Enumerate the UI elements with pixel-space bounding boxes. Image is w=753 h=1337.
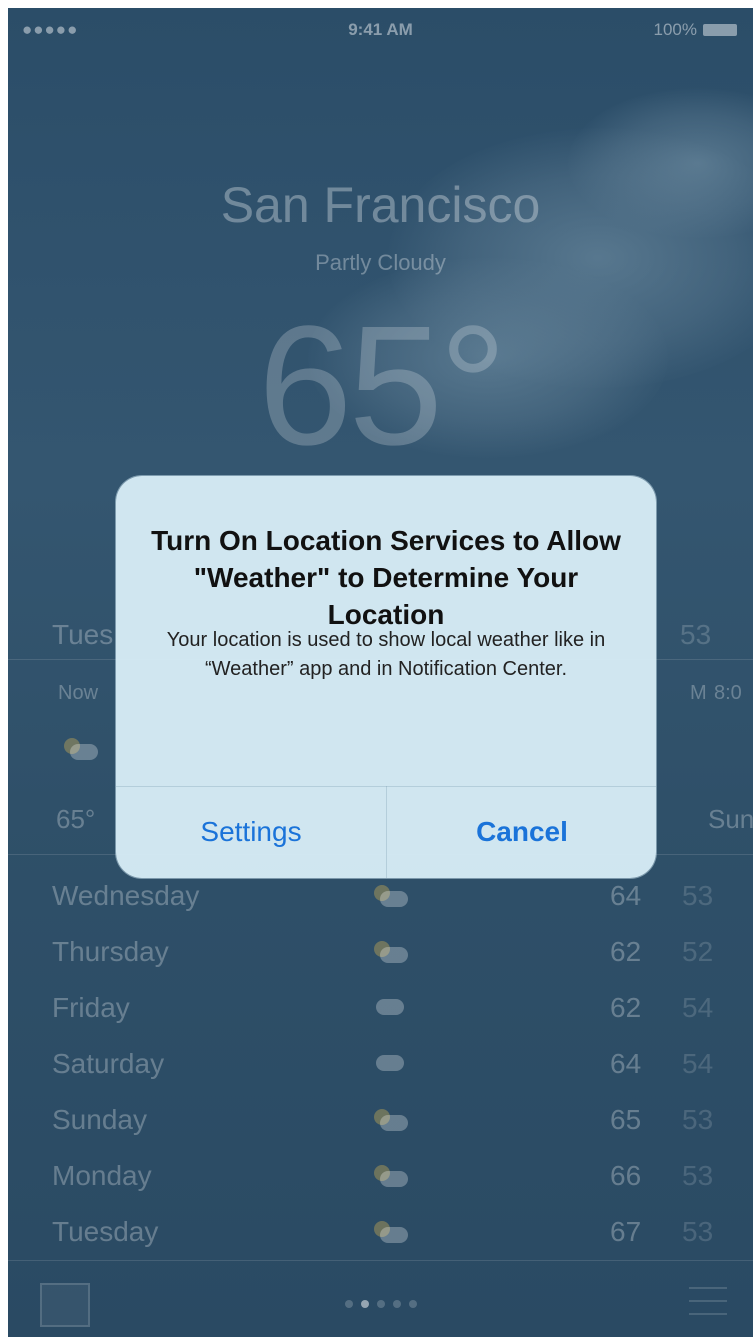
hour-label-prefix: M [690,682,707,704]
partly-cloudy-icon [374,1108,410,1140]
forecast-row: Thursday 62 52 [8,926,753,982]
cloudy-icon [374,996,410,1028]
forecast-day: Thursday [52,936,169,967]
daily-forecast-list: Wednesday 64 53 Thursday 62 52 Friday 62… [8,870,753,1262]
forecast-day: Monday [52,1160,152,1191]
page-dot [376,1300,385,1308]
hour-label: 8:0 [714,682,742,704]
city-name: San Francisco [220,177,541,233]
forecast-high: 64 [610,1048,642,1079]
alert-message: Your location is used to show local weat… [166,629,606,680]
hour-label-sunrise: Sun [708,804,753,834]
forecast-low: 54 [682,1048,714,1079]
forecast-high: 62 [610,992,642,1023]
forecast-high: 64 [610,880,642,911]
forecast-high: 66 [610,1160,642,1191]
forecast-row: Saturday 64 54 [8,1038,753,1094]
forecast-high: 67 [610,1216,642,1247]
forecast-row: Sunday 65 53 [8,1094,753,1150]
location-permission-alert: Turn On Location Services to Allow "Weat… [116,476,656,878]
today-low-temp: 53 [680,619,712,650]
forecast-high: 65 [610,1104,642,1135]
partly-cloudy-icon [374,884,410,916]
forecast-low: 53 [682,1160,714,1191]
hour-label-now: Now [58,682,99,704]
partly-cloudy-icon [374,1220,410,1252]
partly-cloudy-icon [64,738,100,767]
page-dot [408,1300,417,1308]
alert-title: Turn On Location Services to Allow "Weat… [151,525,621,631]
forecast-low: 53 [682,1104,714,1135]
battery-percent: 100% [653,20,697,39]
current-temperature: 65° [257,291,507,481]
settings-button[interactable]: Settings [116,786,386,878]
forecast-high: 62 [610,936,642,967]
forecast-low: 54 [682,992,714,1023]
page-dot [392,1300,401,1308]
forecast-day: Tuesday [52,1216,159,1247]
forecast-row: Tuesday 67 53 [8,1206,753,1262]
status-time: 9:41 AM [348,20,413,39]
forecast-row: Wednesday 64 53 [8,870,753,926]
battery-status: 100% [654,20,737,40]
forecast-low: 53 [682,1216,714,1247]
forecast-row: Monday 66 53 [8,1150,753,1206]
cancel-button[interactable]: Cancel [387,786,656,878]
weather-condition: Partly Cloudy [315,250,446,275]
battery-icon [703,24,737,36]
forecast-day: Saturday [52,1048,165,1079]
partly-cloudy-icon [374,940,410,972]
weather-app-screen: ●●●●● 9:41 AM 100% San Francisco Partly … [8,8,753,1337]
forecast-low: 52 [682,936,714,967]
page-dot-active [360,1300,369,1308]
today-day-label: Tues [52,619,114,650]
hour-temp-now: 65° [56,804,96,834]
list-icon[interactable] [689,1287,727,1315]
partly-cloudy-icon [374,1164,410,1196]
forecast-low: 53 [682,880,714,911]
forecast-day: Wednesday [52,880,200,911]
page-indicator[interactable] [8,1295,753,1313]
page-dot [344,1300,353,1308]
status-bar: ●●●●● 9:41 AM 100% [8,8,753,48]
forecast-day: Friday [52,992,130,1023]
bottom-toolbar [8,1261,753,1337]
forecast-day: Sunday [52,1104,147,1135]
cloudy-icon [374,1052,410,1084]
forecast-row: Friday 62 54 [8,982,753,1038]
